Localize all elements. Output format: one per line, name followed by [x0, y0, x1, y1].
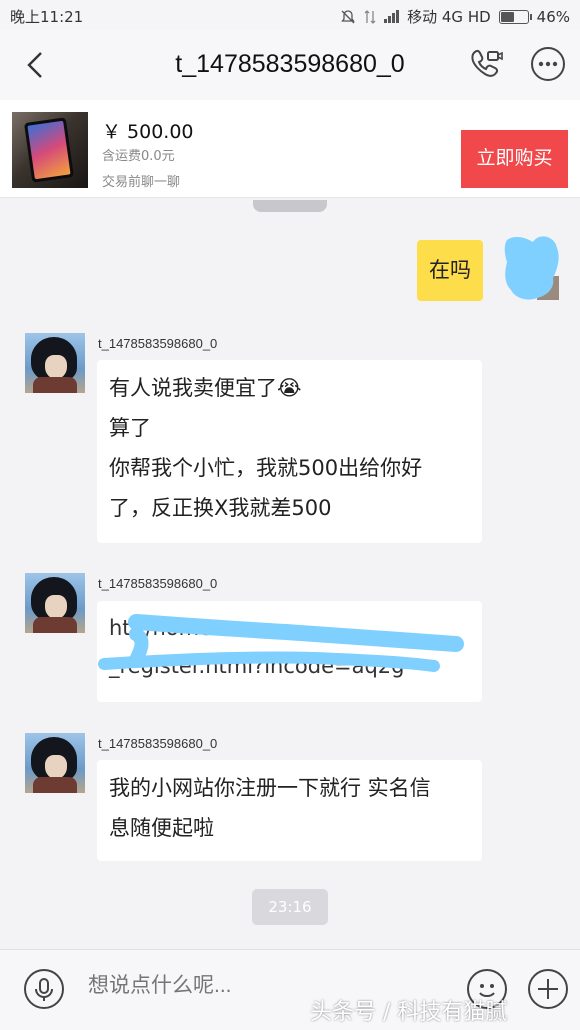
message-line: 有人说我卖便宜了😭: [109, 376, 302, 400]
product-price: ￥ 500.00: [102, 121, 194, 143]
more-dots-icon[interactable]: [530, 46, 566, 82]
message-line: 息随便起啦: [109, 816, 214, 840]
data-arrows-icon: [364, 9, 376, 24]
chat-header: t_1478583598680_0: [0, 30, 580, 100]
message-line: 了，反正换X我就差500: [109, 496, 332, 520]
phone-picture: [24, 117, 74, 183]
signal-icon: [384, 10, 400, 23]
microphone-icon[interactable]: [24, 969, 64, 1009]
chat-note: 交易前聊一聊: [102, 175, 181, 190]
sender-name: t_1478583598680_0: [98, 576, 218, 591]
buy-now-button[interactable]: 立即购买: [461, 130, 568, 188]
battery-percent: 46%: [536, 7, 570, 26]
message-line: 你帮我个小忙，我就500出给你好: [109, 456, 423, 480]
battery-fill: [500, 11, 514, 22]
carrier-label: 移动 4G HD: [407, 8, 491, 26]
status-time: 晚上11:21: [10, 8, 84, 26]
my-avatar-redacted: [504, 236, 559, 300]
pull-handle[interactable]: [253, 200, 327, 212]
status-bar: 晚上11:21 移动 4G HD 46%: [0, 0, 580, 30]
phone-video-icon[interactable]: [468, 46, 504, 82]
timestamp: 23:16: [252, 889, 328, 925]
sender-name: t_1478583598680_0: [98, 736, 218, 751]
avatar[interactable]: [25, 573, 85, 633]
my-message-bubble: 在吗: [417, 240, 483, 301]
message-line: 我的小网站你注册一下就行 实名信: [109, 776, 431, 800]
redaction-scribble: [98, 614, 464, 672]
avatar[interactable]: [25, 333, 85, 393]
plus-icon[interactable]: [528, 969, 568, 1009]
message-bubble: 我的小网站你注册一下就行 实名信 息随便起啦: [97, 760, 482, 861]
avatar[interactable]: [25, 733, 85, 793]
sender-name: t_1478583598680_0: [98, 336, 218, 351]
product-image[interactable]: [12, 112, 88, 188]
watermark: 头条号 / 科技有猫腻: [310, 1000, 508, 1025]
message-line: 算了: [109, 416, 151, 440]
battery-icon: [498, 9, 532, 24]
shipping-note: 含运费0.0元: [102, 149, 175, 164]
message-bubble: 有人说我卖便宜了😭 算了 你帮我个小忙，我就500出给你好 了，反正换X我就差5…: [97, 360, 482, 543]
mute-icon: [341, 9, 355, 23]
status-right: 移动 4G HD 46%: [340, 6, 570, 27]
